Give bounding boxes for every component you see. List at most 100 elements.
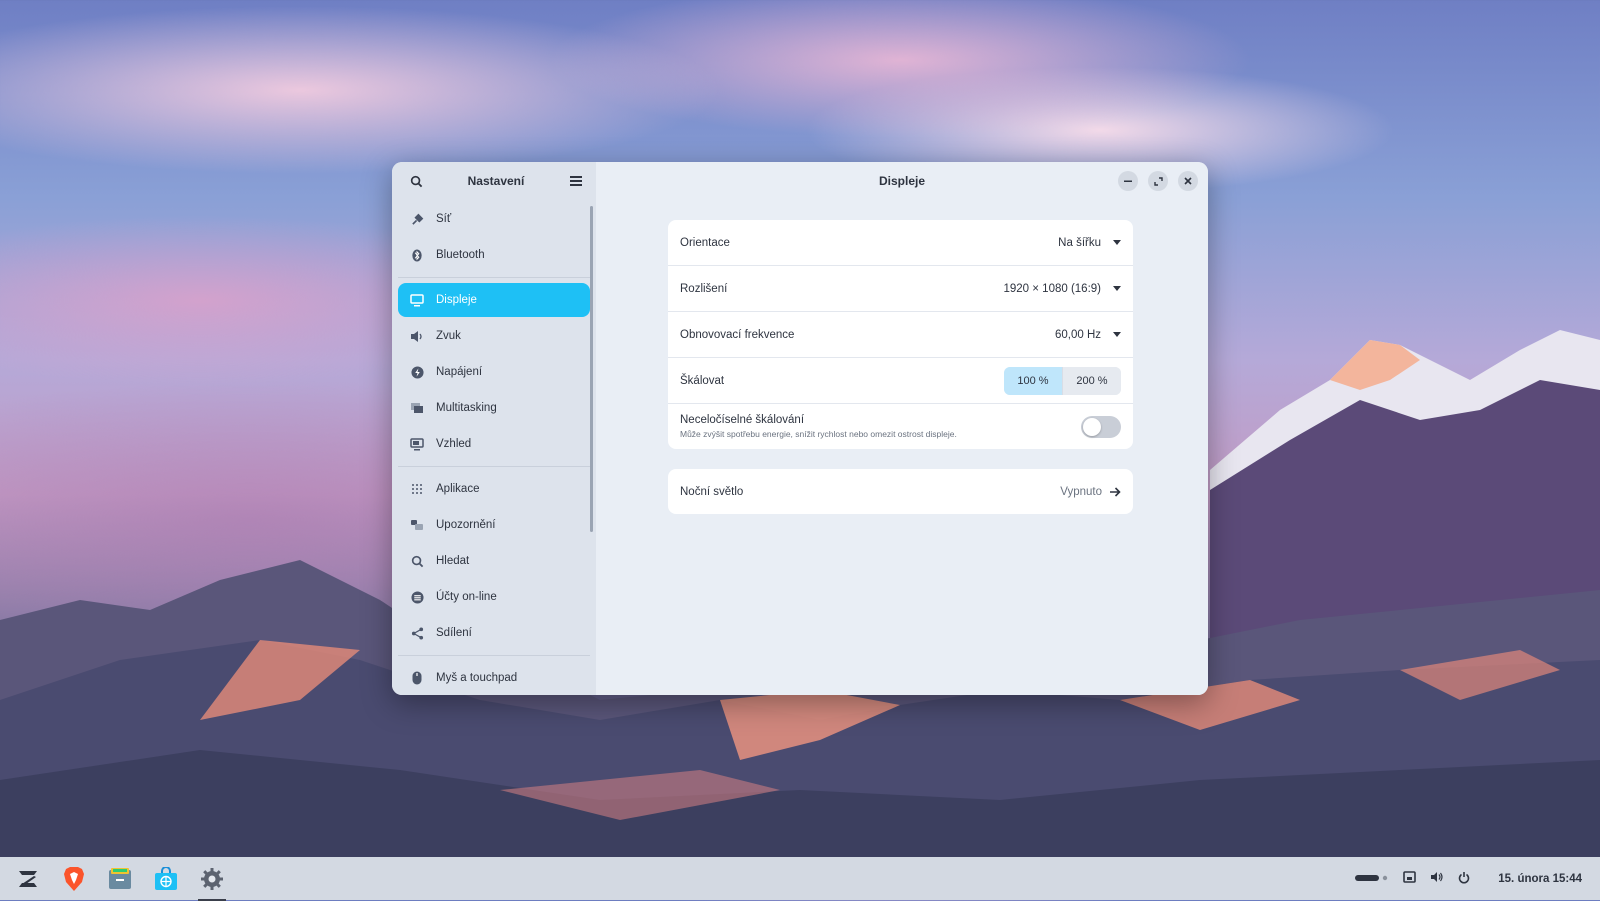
- night-light-row[interactable]: Noční světlo Vypnuto: [668, 469, 1133, 514]
- speaker-icon: [410, 329, 424, 343]
- display-settings-card: Orientace Na šířku Rozlišení 1920 × 1080…: [668, 220, 1133, 449]
- sidebar-item-label: Sdílení: [436, 627, 472, 639]
- multitasking-icon: [410, 401, 424, 415]
- sidebar-separator: [398, 277, 590, 278]
- scale-label: Škálovat: [680, 374, 725, 387]
- bluetooth-icon: [410, 248, 424, 262]
- sidebar-separator: [398, 466, 590, 467]
- notifications-icon: [410, 518, 424, 532]
- sidebar-item-label: Multitasking: [436, 402, 497, 414]
- display-icon: [410, 293, 424, 307]
- chevron-down-icon: [1113, 240, 1121, 245]
- network-icon: [410, 212, 424, 226]
- sidebar-list: Síť Bluetooth Displeje Zvuk Napájení Mul…: [392, 202, 596, 695]
- taskbar: 15. února 15:44: [0, 857, 1600, 901]
- sidebar-item-power[interactable]: Napájení: [398, 355, 590, 389]
- refresh-rate-dropdown[interactable]: 60,00 Hz: [1055, 329, 1121, 341]
- sidebar-item-multitasking[interactable]: Multitasking: [398, 391, 590, 425]
- scale-100-button[interactable]: 100 %: [1004, 366, 1062, 395]
- sidebar-item-label: Účty on-line: [436, 591, 497, 603]
- workspace-switcher-icon: [1355, 874, 1388, 881]
- sidebar-scrollbar[interactable]: [590, 206, 593, 532]
- window-controls: [1118, 171, 1198, 191]
- sidebar-item-online-accounts[interactable]: Účty on-line: [398, 580, 590, 614]
- files-icon: [109, 867, 131, 889]
- search-icon[interactable]: [406, 171, 426, 191]
- sidebar-item-sound[interactable]: Zvuk: [398, 319, 590, 353]
- network-wired-icon: [1403, 871, 1417, 883]
- hamburger-menu-icon[interactable]: [566, 171, 586, 191]
- network-status[interactable]: [1403, 871, 1417, 886]
- sidebar-item-apps[interactable]: Aplikace: [398, 472, 590, 506]
- sidebar-item-appearance[interactable]: Vzhled: [398, 427, 590, 461]
- minimize-icon: [1124, 180, 1132, 182]
- sidebar-item-label: Myš a touchpad: [436, 672, 518, 684]
- sidebar-header: Nastavení: [392, 162, 596, 200]
- fractional-scaling-description: Může zvýšit spotřebu energie, snížit ryc…: [680, 429, 957, 439]
- sidebar-item-mouse-touchpad[interactable]: Myš a touchpad: [398, 661, 590, 695]
- system-tray: 15. února 15:44: [1355, 857, 1582, 900]
- sidebar-item-bluetooth[interactable]: Bluetooth: [398, 238, 590, 272]
- switch-knob: [1083, 417, 1101, 436]
- brave-browser-icon: [64, 866, 84, 891]
- minimize-button[interactable]: [1118, 171, 1138, 191]
- maximize-icon: [1153, 176, 1163, 186]
- clock[interactable]: 15. února 15:44: [1498, 873, 1582, 885]
- scale-row: Škálovat 100 % 200 %: [668, 358, 1133, 404]
- mouse-icon: [410, 671, 424, 685]
- sidebar-separator: [398, 655, 590, 656]
- software-store-button[interactable]: [148, 861, 184, 897]
- zorin-menu-icon: [19, 870, 37, 887]
- night-light-card: Noční světlo Vypnuto: [668, 469, 1133, 514]
- resolution-value: 1920 × 1080 (16:9): [1003, 282, 1101, 295]
- refresh-rate-value: 60,00 Hz: [1054, 328, 1101, 341]
- sidebar-item-label: Hledat: [436, 555, 470, 567]
- close-button[interactable]: [1178, 171, 1198, 191]
- apps-grid-icon: [410, 482, 424, 496]
- zorin-menu-button[interactable]: [10, 861, 46, 897]
- settings-button[interactable]: [194, 861, 230, 901]
- scale-200-button[interactable]: 200 %: [1062, 366, 1121, 395]
- maximize-button[interactable]: [1148, 171, 1168, 191]
- refresh-rate-label: Obnovovací frekvence: [680, 328, 795, 341]
- settings-window: Nastavení Síť Bluetooth Displeje Zvuk Na…: [392, 162, 1208, 695]
- night-light-status: Vypnuto: [1060, 486, 1121, 498]
- volume-icon: [1431, 872, 1443, 882]
- sidebar-item-label: Displeje: [436, 294, 477, 306]
- sidebar-item-label: Vzhled: [436, 438, 472, 450]
- sidebar-item-label: Napájení: [436, 366, 483, 378]
- search-icon: [410, 554, 424, 568]
- scale-toggle-group: 100 % 200 %: [1004, 366, 1121, 395]
- sidebar-item-search[interactable]: Hledat: [398, 544, 590, 578]
- fractional-scaling-text: Neceločíselné škálování Může zvýšit spot…: [680, 414, 957, 439]
- sidebar-item-network[interactable]: Síť: [398, 202, 590, 236]
- appearance-icon: [410, 437, 424, 451]
- resolution-dropdown[interactable]: 1920 × 1080 (16:9): [1003, 283, 1121, 295]
- files-button[interactable]: [102, 861, 138, 897]
- orientation-row[interactable]: Orientace Na šířku: [668, 220, 1133, 266]
- page-title: Displeje: [878, 174, 926, 188]
- content-pane: Displeje Orientace Na šířku Rozlišení 19…: [596, 162, 1208, 695]
- volume-status[interactable]: [1430, 871, 1444, 886]
- sidebar-item-label: Aplikace: [436, 483, 480, 495]
- fractional-scaling-row: Neceločíselné škálování Může zvýšit spot…: [668, 404, 1133, 449]
- refresh-rate-row[interactable]: Obnovovací frekvence 60,00 Hz: [668, 312, 1133, 358]
- chevron-down-icon: [1113, 286, 1121, 291]
- fractional-scaling-label: Neceločíselné škálování: [680, 414, 805, 426]
- online-accounts-icon: [410, 590, 424, 604]
- software-store-icon: [155, 866, 177, 890]
- settings-gear-icon: [201, 867, 223, 890]
- sidebar-item-notifications[interactable]: Upozornění: [398, 508, 590, 542]
- resolution-row[interactable]: Rozlišení 1920 × 1080 (16:9): [668, 266, 1133, 312]
- fractional-scaling-switch[interactable]: [1081, 415, 1121, 438]
- orientation-value: Na šířku: [1058, 236, 1101, 249]
- sidebar-item-sharing[interactable]: Sdílení: [398, 616, 590, 650]
- power-menu[interactable]: [1458, 871, 1470, 887]
- workspace-indicator[interactable]: [1355, 873, 1389, 885]
- sidebar-item-label: Zvuk: [436, 330, 461, 342]
- brave-browser-button[interactable]: [56, 861, 92, 897]
- orientation-dropdown[interactable]: Na šířku: [1058, 237, 1121, 249]
- sidebar-item-label: Upozornění: [436, 519, 496, 531]
- night-light-value: Vypnuto: [1060, 485, 1102, 498]
- sidebar-item-displays[interactable]: Displeje: [398, 283, 590, 317]
